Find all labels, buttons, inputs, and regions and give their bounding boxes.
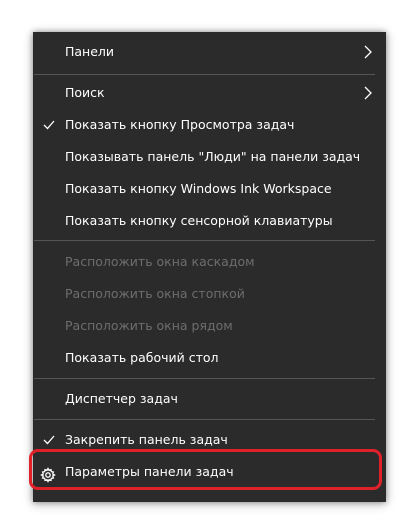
menu-item-label: Параметры панели задач: [65, 464, 234, 479]
menu-separator: [34, 419, 375, 420]
checkmark-icon: [42, 110, 56, 140]
menu-separator: [34, 240, 375, 241]
menu-item-show-touch-keyboard[interactable]: Показать кнопку сенсорной клавиатуры: [33, 206, 386, 236]
menu-item-label: Расположить окна стопкой: [65, 286, 245, 301]
menu-separator: [34, 74, 375, 75]
chevron-right-icon: [361, 78, 375, 108]
menu-item-task-manager[interactable]: Диспетчер задач: [33, 384, 386, 414]
menu-item-label: Показать кнопку Просмотра задач: [65, 117, 295, 132]
menu-item-label: Закрепить панель задач: [65, 432, 228, 447]
gear-icon: [40, 464, 56, 483]
menu-item-label: Поиск: [65, 85, 105, 100]
menu-item-lock-taskbar[interactable]: Закрепить панель задач: [33, 425, 386, 455]
menu-item-taskbar-settings[interactable]: Параметры панели задач: [33, 457, 386, 487]
menu-item-label: Диспетчер задач: [65, 391, 178, 406]
menu-item-show-desktop[interactable]: Показать рабочий стол: [33, 343, 386, 373]
menu-separator: [34, 378, 375, 379]
menu-item-search[interactable]: Поиск: [33, 78, 386, 108]
taskbar-context-menu: Панели Поиск Показать кнопку Просмотра з…: [33, 32, 386, 502]
menu-item-show-people[interactable]: Показывать панель "Люди" на панели задач: [33, 142, 386, 172]
menu-item-cascade-windows: Расположить окна каскадом: [33, 247, 386, 277]
menu-item-show-ink-workspace[interactable]: Показать кнопку Windows Ink Workspace: [33, 174, 386, 204]
menu-item-show-task-view[interactable]: Показать кнопку Просмотра задач: [33, 110, 386, 140]
menu-item-label: Показать кнопку сенсорной клавиатуры: [65, 213, 333, 228]
checkmark-icon: [42, 425, 56, 455]
menu-item-label: Расположить окна рядом: [65, 318, 233, 333]
menu-item-stack-windows: Расположить окна стопкой: [33, 279, 386, 309]
menu-item-label: Показать рабочий стол: [65, 350, 219, 365]
menu-item-panels[interactable]: Панели: [33, 37, 386, 67]
menu-item-label: Панели: [65, 44, 115, 59]
menu-item-label: Показывать панель "Люди" на панели задач: [65, 149, 361, 164]
menu-item-label: Показать кнопку Windows Ink Workspace: [65, 181, 332, 196]
chevron-right-icon: [361, 37, 375, 67]
menu-item-label: Расположить окна каскадом: [65, 254, 255, 269]
menu-item-side-by-side-windows: Расположить окна рядом: [33, 311, 386, 341]
